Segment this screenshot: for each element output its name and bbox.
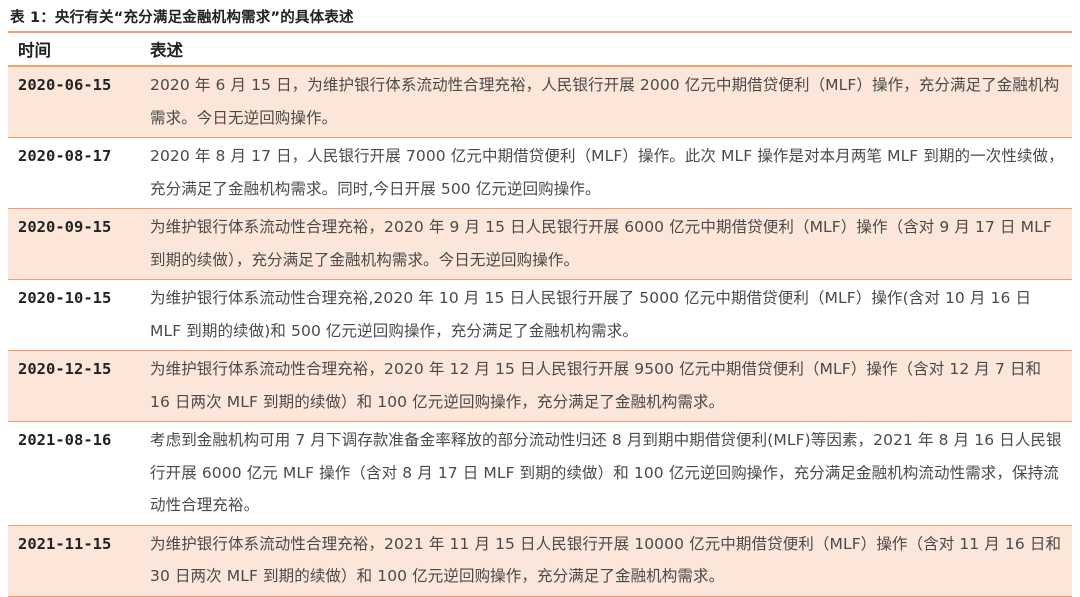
row-description: 为维护银行体系流动性合理充裕，2020 年 9 月 15 日人民银行开展 600… (140, 208, 1072, 280)
table-row: 2020-12-15 为维护银行体系流动性合理充裕，2020 年 12 月 15… (8, 350, 1072, 422)
row-date: 2021-08-16 (8, 421, 140, 526)
row-date: 2020-08-17 (8, 137, 140, 209)
table-row: 2021-11-15 为维护银行体系流动性合理充裕，2021 年 11 月 15… (8, 525, 1072, 597)
row-date: 2020-06-15 (8, 66, 140, 138)
row-description: 考虑到金融机构可用 7 月下调存款准备金率释放的部分流动性归还 8 月到期中期借… (140, 421, 1072, 526)
header-description: 表述 (140, 33, 1072, 67)
table-row: 2020-06-15 2020 年 6 月 15 日，为维护银行体系流动性合理充… (8, 66, 1072, 138)
row-date: 2020-12-15 (8, 350, 140, 422)
table-caption: 表 1：央行有关“充分满足金融机构需求”的具体表述 (10, 10, 354, 26)
row-description: 2020 年 6 月 15 日，为维护银行体系流动性合理充裕，人民银行开展 20… (140, 66, 1072, 138)
row-date: 2020-09-15 (8, 208, 140, 280)
table-row: 2020-08-17 2020 年 8 月 17 日，人民银行开展 7000 亿… (8, 137, 1072, 209)
table-row: 2020-10-15 为维护银行体系流动性合理充裕,2020 年 10 月 15… (8, 279, 1072, 351)
row-date: 2021-11-15 (8, 525, 140, 597)
row-description: 2020 年 8 月 17 日，人民银行开展 7000 亿元中期借贷便利（MLF… (140, 137, 1072, 209)
header-time: 时间 (8, 33, 140, 67)
row-description: 为维护银行体系流动性合理充裕，2020 年 12 月 15 日人民银行开展 95… (140, 350, 1072, 422)
table-row: 2020-09-15 为维护银行体系流动性合理充裕，2020 年 9 月 15 … (8, 208, 1072, 280)
table-row: 2021-08-16 考虑到金融机构可用 7 月下调存款准备金率释放的部分流动性… (8, 421, 1072, 526)
row-description: 为维护银行体系流动性合理充裕，2021 年 11 月 15 日人民银行开展 10… (140, 525, 1072, 597)
pboc-statements-table: 时间 表述 2020-06-15 2020 年 6 月 15 日，为维护银行体系… (8, 33, 1072, 597)
row-date: 2020-10-15 (8, 279, 140, 351)
row-description: 为维护银行体系流动性合理充裕,2020 年 10 月 15 日人民银行开展了 5… (140, 279, 1072, 351)
table-header-row: 时间 表述 (8, 33, 1072, 67)
